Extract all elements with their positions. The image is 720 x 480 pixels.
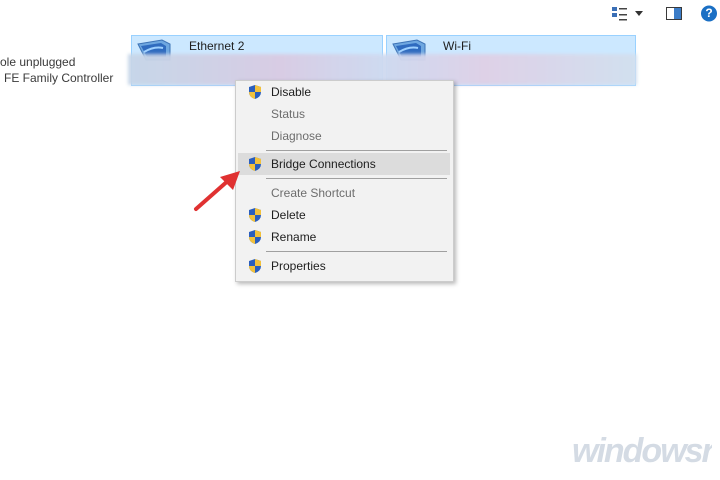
menu-item-label: Bridge Connections <box>271 157 376 171</box>
menu-item-label: Properties <box>271 259 326 273</box>
adapter-name: Wi-Fi <box>443 39 471 53</box>
context-menu: Disable Status Diagnose Bridge Connectio… <box>235 80 454 282</box>
uac-shield-icon <box>247 258 263 274</box>
menu-item-label: Delete <box>271 208 306 222</box>
menu-item-diagnose[interactable]: Diagnose <box>238 125 450 147</box>
watermark-text: windowsreport <box>572 432 712 470</box>
preview-pane-icon[interactable] <box>665 5 683 22</box>
menu-item-label: Create Shortcut <box>271 186 356 200</box>
menu-separator <box>266 150 447 151</box>
menu-item-delete[interactable]: Delete <box>238 204 450 226</box>
help-glyph: ? <box>705 6 713 20</box>
left-adapter-device: FE Family Controller <box>4 71 114 85</box>
uac-shield-icon <box>247 84 263 100</box>
view-options-icon[interactable] <box>611 5 629 22</box>
menu-item-status[interactable]: Status <box>238 103 450 125</box>
menu-item-rename[interactable]: Rename <box>238 226 450 248</box>
left-adapter-details: ole unplugged FE Family Controller <box>0 54 113 86</box>
watermark-logo: windowsreport <box>572 430 712 472</box>
menu-separator <box>266 178 447 179</box>
menu-item-label: Status <box>271 107 306 121</box>
chevron-down-icon[interactable] <box>634 5 644 22</box>
menu-item-label: Rename <box>271 230 317 244</box>
uac-shield-icon <box>247 156 263 172</box>
menu-item-properties[interactable]: Properties <box>238 255 450 277</box>
menu-item-disable[interactable]: Disable <box>238 81 450 103</box>
menu-item-bridge-connections[interactable]: Bridge Connections <box>238 153 450 175</box>
menu-item-label: Disable <box>271 85 312 99</box>
menu-item-create-shortcut[interactable]: Create Shortcut <box>238 182 450 204</box>
left-adapter-status: ole unplugged <box>0 55 76 69</box>
uac-shield-icon <box>247 207 263 223</box>
menu-separator <box>266 251 447 252</box>
adapter-name: Ethernet 2 <box>189 39 245 53</box>
help-icon[interactable]: ? <box>700 5 718 22</box>
toolbar: ? <box>0 0 720 28</box>
menu-item-label: Diagnose <box>271 129 322 143</box>
red-arrow-icon <box>190 165 246 216</box>
uac-shield-icon <box>247 229 263 245</box>
